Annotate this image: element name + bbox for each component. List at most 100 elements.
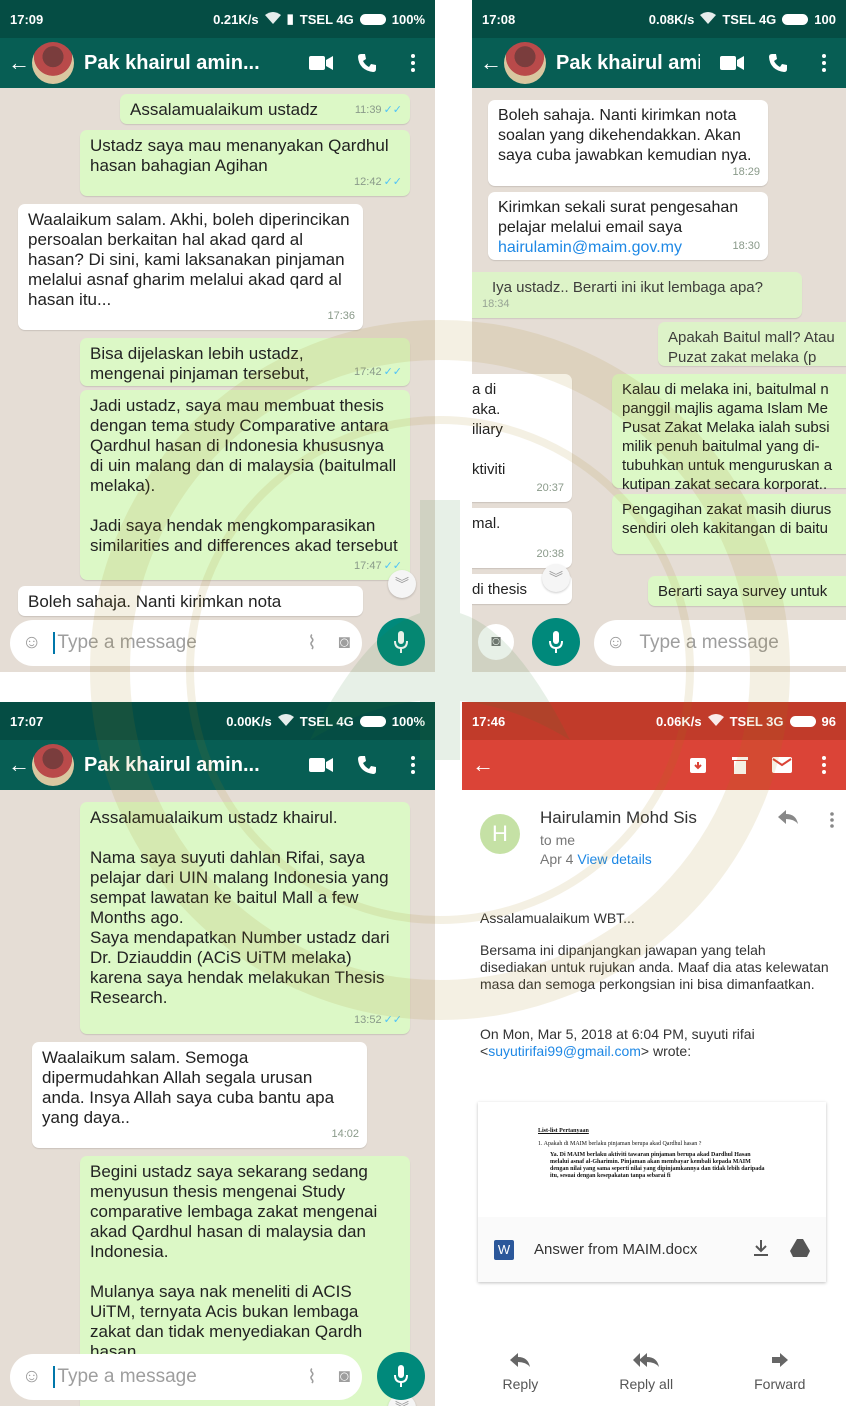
network-speed: 0.00K/s bbox=[226, 713, 272, 729]
attach-icon[interactable]: ⌇ bbox=[307, 1366, 316, 1389]
chat-area[interactable]: Boleh sahaja. Nanti kirimkan nota soalan… bbox=[472, 88, 846, 672]
phone-call-icon[interactable] bbox=[353, 53, 381, 73]
chat-panel-1: 17:09 0.21K/s ▮ TSEL 4G 100% ← Pak khair… bbox=[0, 0, 435, 672]
chat-area[interactable]: Assalamualaikum ustadz 11:39 ✓✓ Ustadz sa… bbox=[0, 88, 435, 672]
message-text: Jadi ustadz, saya mau membuat thesis den… bbox=[90, 396, 398, 555]
message-bubble[interactable]: Jadi ustadz, saya mau membuat thesis den… bbox=[80, 390, 410, 580]
message-bubble[interactable]: mal. 20:38 bbox=[472, 508, 572, 568]
more-options-icon[interactable] bbox=[830, 812, 834, 833]
attachment-bar: W Answer from MAIM.docx bbox=[478, 1217, 826, 1282]
camera-icon[interactable]: ◙ bbox=[339, 632, 350, 654]
view-details-link[interactable]: View details bbox=[577, 851, 651, 867]
reply-all-button[interactable]: Reply all bbox=[619, 1352, 674, 1392]
download-icon[interactable] bbox=[754, 1239, 768, 1260]
message-bubble[interactable]: Pengagihan zakat masih diurus sendiri ol… bbox=[612, 494, 846, 554]
attachment-preview[interactable]: List-list Pertanyaan 1. Apakah di MAIM b… bbox=[478, 1102, 826, 1217]
mail-greeting: Assalamualaikum WBT... bbox=[480, 910, 635, 926]
contact-name[interactable]: Pak khairul amin... bbox=[556, 52, 700, 75]
delete-icon[interactable] bbox=[728, 756, 752, 774]
archive-icon[interactable] bbox=[686, 756, 710, 774]
reply-button[interactable]: Reply bbox=[502, 1352, 539, 1392]
mail-actions: Reply Reply all Forward bbox=[462, 1338, 846, 1406]
contact-name[interactable]: Pak khairul amin... bbox=[84, 754, 289, 777]
message-bubble[interactable]: Waalaikum salam. Semoga dipermudahkan Al… bbox=[32, 1042, 367, 1148]
composer: ◙ ☺ Type a message bbox=[472, 614, 846, 672]
contact-avatar[interactable] bbox=[32, 42, 74, 84]
mail-toolbar: ← bbox=[462, 740, 846, 790]
back-arrow-icon[interactable]: ← bbox=[8, 752, 30, 778]
message-text: Assalamualaikum ustadz khairul. Nama say… bbox=[90, 808, 390, 1007]
message-bubble[interactable]: Bisa dijelaskan lebih ustadz, mengenai p… bbox=[80, 338, 410, 386]
message-bubble[interactable]: Boleh sahaja. Nanti kirimkan nota bbox=[18, 586, 363, 616]
message-input[interactable]: ☺ Type a message ⌇ ◙ bbox=[10, 620, 362, 666]
contact-avatar[interactable] bbox=[32, 744, 74, 786]
contact-avatar[interactable] bbox=[504, 42, 546, 84]
chat-area[interactable]: Assalamualaikum ustadz khairul. Nama say… bbox=[0, 790, 435, 1406]
preview-question: 1. Apakah di MAIM berlaku pinjaman berup… bbox=[538, 1141, 702, 1147]
quote-email-link[interactable]: suyutirifai99@gmail.com bbox=[488, 1043, 641, 1059]
message-bubble[interactable]: Assalamualaikum ustadz 11:39 ✓✓ bbox=[120, 94, 410, 124]
reply-icon[interactable] bbox=[778, 810, 798, 829]
forward-label: Forward bbox=[754, 1375, 806, 1392]
video-call-icon[interactable] bbox=[718, 55, 746, 71]
message-text: a di aka. iliary ktiviti bbox=[472, 381, 506, 478]
reply-all-label: Reply all bbox=[619, 1375, 674, 1392]
mail-icon[interactable] bbox=[770, 757, 794, 773]
contact-name[interactable]: Pak khairul amin... bbox=[84, 52, 289, 75]
composer: ☺ Type a message ⌇ ◙ bbox=[0, 1348, 435, 1406]
mail-body: H Hairulamin Mohd Sis to me Apr 4 View d… bbox=[462, 790, 846, 1406]
mail-date: Apr 4 View details bbox=[540, 851, 652, 867]
message-text: Boleh sahaja. Nanti kirimkan nota soalan… bbox=[498, 107, 752, 164]
message-bubble[interactable]: Kirimkan sekali surat pengesahan pelajar… bbox=[488, 192, 768, 260]
email-link[interactable]: hairulamin@maim.gov.my bbox=[498, 238, 758, 258]
battery-icon bbox=[359, 715, 386, 727]
emoji-icon[interactable]: ☺ bbox=[22, 1366, 41, 1388]
scroll-down-icon[interactable]: ︾ bbox=[542, 564, 570, 592]
message-bubble[interactable]: Waalaikum salam. Akhi, boleh diperincika… bbox=[18, 204, 363, 330]
more-options-icon[interactable] bbox=[399, 54, 427, 72]
message-bubble[interactable]: Ustadz saya mau menanyakan Qardhul hasan… bbox=[80, 130, 410, 196]
message-bubble[interactable]: Assalamualaikum ustadz khairul. Nama say… bbox=[80, 802, 410, 1034]
emoji-icon[interactable]: ☺ bbox=[606, 632, 625, 654]
message-input[interactable]: ☺ Type a message bbox=[594, 620, 846, 666]
mic-icon[interactable] bbox=[532, 618, 580, 666]
camera-icon[interactable]: ◙ bbox=[339, 1366, 350, 1388]
message-input[interactable]: ☺ Type a message ⌇ ◙ bbox=[10, 1354, 362, 1400]
reply-label: Reply bbox=[502, 1375, 539, 1392]
message-time: 11:39 ✓✓ bbox=[355, 100, 402, 120]
message-bubble[interactable]: Kalau di melaka ini, baitulmal n panggil… bbox=[612, 374, 846, 493]
camera-icon[interactable]: ◙ bbox=[478, 624, 514, 660]
back-arrow-icon[interactable]: ← bbox=[8, 50, 30, 76]
message-bubble[interactable]: Apakah Baitul mall? Atau Puzat zakat mel… bbox=[658, 322, 846, 366]
preview-title: List-list Pertanyaan bbox=[538, 1128, 589, 1134]
message-bubble[interactable]: Berarti saya survey untuk bbox=[648, 576, 846, 606]
message-bubble[interactable]: a di aka. iliary ktiviti 20:37 bbox=[472, 374, 572, 502]
forward-button[interactable]: Forward bbox=[754, 1352, 806, 1392]
more-options-icon[interactable] bbox=[399, 756, 427, 774]
battery-icon bbox=[789, 715, 816, 727]
chat-panel-3: 17:07 0.00K/s TSEL 4G 100% ← Pak khairul… bbox=[0, 702, 435, 1406]
preview-answer: Ya. Di MAIM berlaku aktiviti tawaran pin… bbox=[550, 1152, 765, 1179]
back-arrow-icon[interactable]: ← bbox=[472, 752, 668, 778]
more-options-icon[interactable] bbox=[810, 54, 838, 72]
message-bubble[interactable]: Iya ustadz.. Berarti ini ikut lembaga ap… bbox=[472, 272, 802, 318]
battery-level: 96 bbox=[821, 713, 836, 729]
more-options-icon[interactable] bbox=[812, 756, 836, 774]
emoji-icon[interactable]: ☺ bbox=[22, 632, 41, 654]
phone-call-icon[interactable] bbox=[353, 755, 381, 775]
back-arrow-icon[interactable]: ← bbox=[480, 50, 502, 76]
mic-icon[interactable] bbox=[377, 1352, 425, 1400]
status-time: 17:46 bbox=[472, 713, 506, 729]
video-call-icon[interactable] bbox=[307, 757, 335, 773]
message-time: 17:36 bbox=[327, 310, 355, 322]
drive-icon[interactable] bbox=[790, 1238, 810, 1261]
attach-icon[interactable]: ⌇ bbox=[307, 632, 316, 655]
video-call-icon[interactable] bbox=[307, 55, 335, 71]
attachment-card[interactable]: List-list Pertanyaan 1. Apakah di MAIM b… bbox=[478, 1102, 826, 1282]
phone-call-icon[interactable] bbox=[764, 53, 792, 73]
quote-prefix: On Mon, Mar 5, 2018 at 6:04 PM, suyuti r… bbox=[480, 1026, 755, 1042]
attachment-name[interactable]: Answer from MAIM.docx bbox=[534, 1241, 754, 1258]
mic-icon[interactable] bbox=[377, 618, 425, 666]
message-bubble[interactable]: Boleh sahaja. Nanti kirimkan nota soalan… bbox=[488, 100, 768, 186]
scroll-down-icon[interactable]: ︾ bbox=[388, 570, 416, 598]
